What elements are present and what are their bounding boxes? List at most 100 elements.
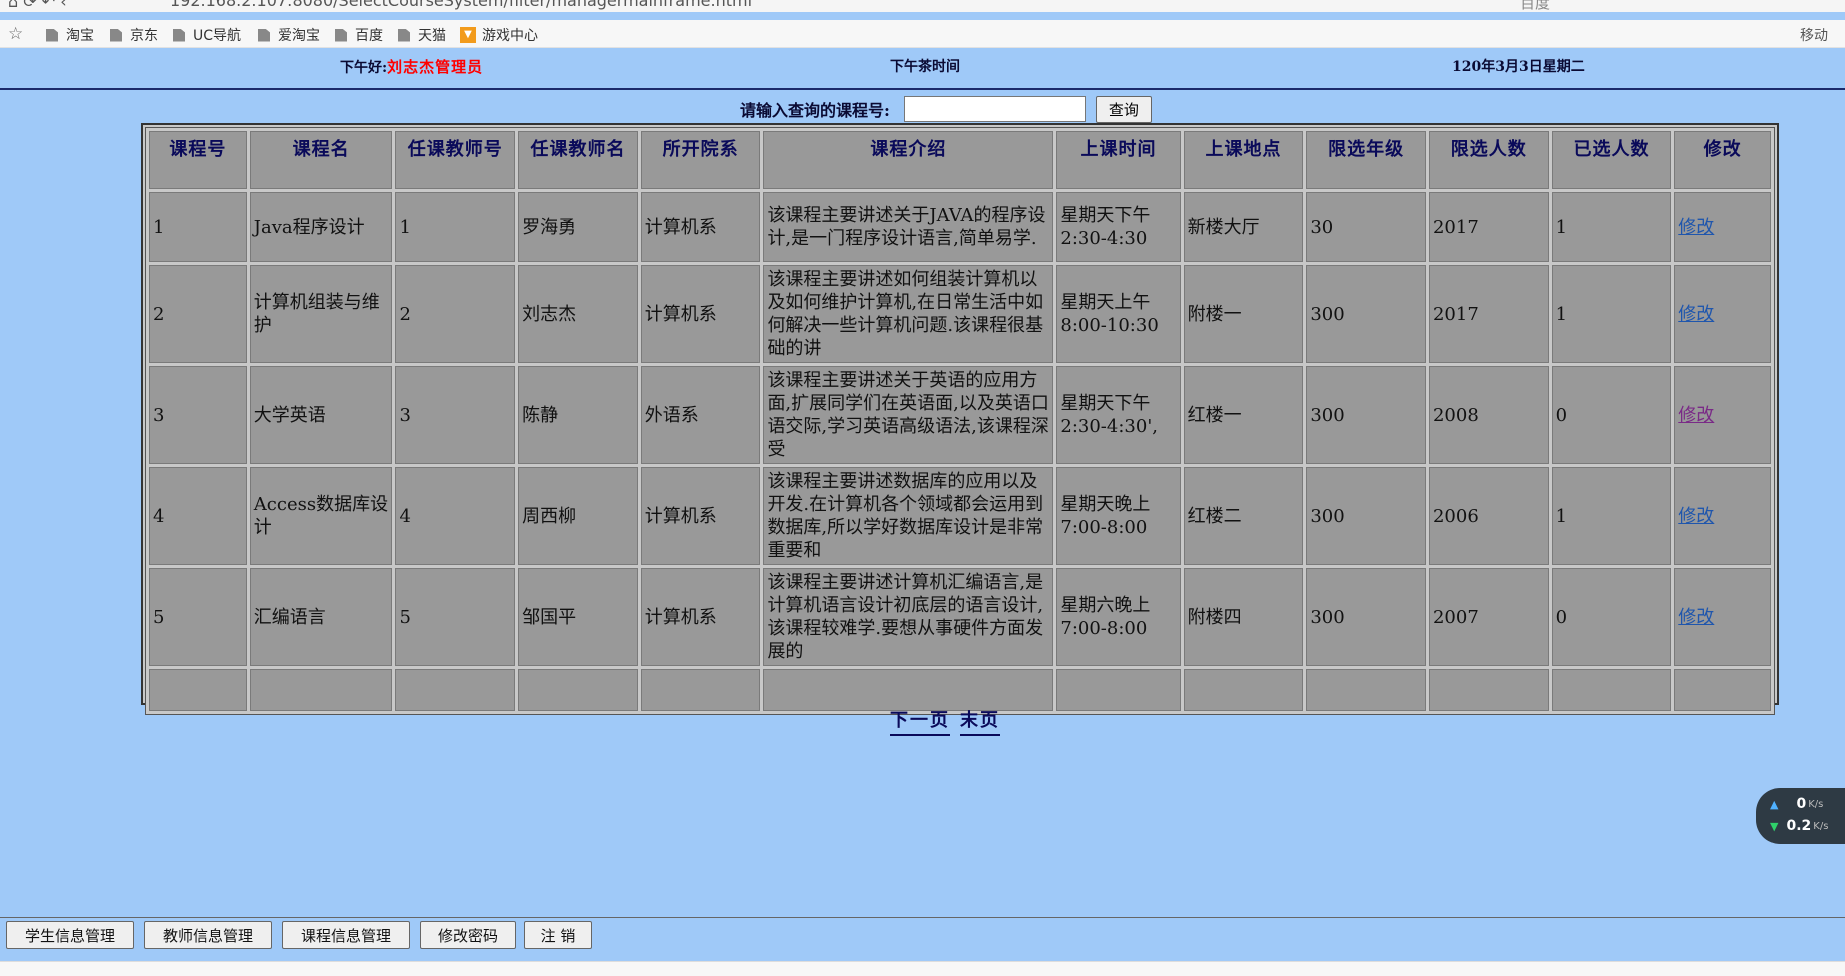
cell-course-id: 1 bbox=[149, 192, 247, 262]
cell-location: 附楼一 bbox=[1183, 265, 1304, 363]
empty-cell bbox=[518, 669, 638, 711]
edit-link[interactable]: 修改 bbox=[1678, 506, 1714, 527]
greeting: 下午好:刘志杰管理员 bbox=[340, 56, 483, 77]
browser-toolbar: ⌂ ⟳ ↶ ‹ 192.168.2.107:8080/SelectCourseS… bbox=[0, 0, 1845, 12]
col-department: 所开院系 bbox=[640, 131, 761, 189]
bookmark-aitaobao[interactable]: 爱淘宝 bbox=[258, 25, 320, 45]
table-row: 3 大学英语 3 陈静 外语系 该课程主要讲述关于英语的应用方面,扩展同学们在英… bbox=[149, 366, 1771, 464]
search-label: 请输入查询的课程号: bbox=[740, 101, 890, 120]
bookmark-label: 百度 bbox=[355, 28, 383, 44]
edit-link[interactable]: 修改 bbox=[1678, 217, 1714, 238]
greeting-prefix: 下午好: bbox=[340, 60, 388, 76]
bookmark-tmall[interactable]: 天猫 bbox=[398, 25, 446, 45]
empty-cell bbox=[1306, 669, 1426, 711]
table-row-empty bbox=[149, 669, 1771, 711]
upload-speed: ▲ 0 K/s bbox=[1770, 796, 1823, 812]
cell-location: 红楼一 bbox=[1183, 366, 1304, 464]
footer-nav: 学生信息管理 教师信息管理 课程信息管理 修改密码 注 销 bbox=[0, 917, 1845, 961]
last-page-link[interactable]: 末页 bbox=[960, 706, 1000, 736]
col-teacher-name: 任课教师名 bbox=[518, 131, 638, 189]
cell-teacher-id: 2 bbox=[395, 265, 516, 363]
cell-teacher-name: 陈静 bbox=[518, 366, 638, 464]
bookmark-jd[interactable]: 京东 bbox=[110, 25, 158, 45]
cell-department: 外语系 bbox=[640, 366, 761, 464]
cell-edit: 修改 bbox=[1674, 192, 1771, 262]
cell-department: 计算机系 bbox=[640, 568, 761, 666]
student-management-button[interactable]: 学生信息管理 bbox=[6, 921, 134, 949]
course-management-button[interactable]: 课程信息管理 bbox=[282, 921, 410, 949]
course-number-input[interactable] bbox=[903, 96, 1086, 122]
table-row: 4 Access数据库设计 4 周西柳 计算机系 该课程主要讲述数据库的应用以及… bbox=[149, 467, 1771, 565]
cell-course-name: 大学英语 bbox=[249, 366, 393, 464]
cell-teacher-id: 1 bbox=[395, 192, 516, 262]
game-icon: ▼ bbox=[460, 27, 476, 43]
empty-cell bbox=[763, 669, 1054, 711]
empty-cell bbox=[1551, 669, 1672, 711]
table-row: 1 Java程序设计 1 罗海勇 计算机系 该课程主要讲述关于JAVA的程序设计… bbox=[149, 192, 1771, 262]
bookmark-label: 淘宝 bbox=[66, 28, 94, 44]
address-bar[interactable]: 192.168.2.107:8080/SelectCourseSystem/fi… bbox=[170, 0, 752, 10]
bookmark-label: 京东 bbox=[130, 28, 158, 44]
cell-course-name: Java程序设计 bbox=[249, 192, 393, 262]
course-table: 课程号 课程名 任课教师号 任课教师名 所开院系 课程介绍 上课时间 上课地点 … bbox=[145, 127, 1775, 715]
cell-course-name: 计算机组装与维护 bbox=[249, 265, 393, 363]
cell-teacher-name: 刘志杰 bbox=[518, 265, 638, 363]
cell-teacher-id: 4 bbox=[395, 467, 516, 565]
browser-nav-icons[interactable]: ⌂ ⟳ ↶ ‹ bbox=[8, 0, 67, 11]
cell-grade-limit: 300 bbox=[1306, 568, 1426, 666]
pagination: 下一页 末页 bbox=[890, 706, 1010, 736]
cell-grade-limit: 300 bbox=[1306, 366, 1426, 464]
current-date: 120年3月3日星期二 bbox=[1452, 59, 1585, 75]
download-unit: K/s bbox=[1813, 820, 1829, 832]
cell-class-time: 星期六晚上7:00-8:00 bbox=[1056, 568, 1181, 666]
bookmark-uc[interactable]: UC导航 bbox=[173, 25, 241, 45]
cell-enrolled: 1 bbox=[1551, 265, 1672, 363]
mobile-bookmark[interactable]: 移动 bbox=[1800, 25, 1828, 45]
logout-button[interactable]: 注 销 bbox=[524, 921, 592, 949]
table-header-row: 课程号 课程名 任课教师号 任课教师名 所开院系 课程介绍 上课时间 上课地点 … bbox=[149, 131, 1771, 189]
cell-edit: 修改 bbox=[1674, 265, 1771, 363]
empty-cell bbox=[149, 669, 247, 711]
cell-description: 该课程主要讲述关于英语的应用方面,扩展同学们在英语面,以及英语口语交际,学习英语… bbox=[763, 366, 1054, 464]
cell-description: 该课程主要讲述如何组装计算机以及如何维护计算机,在日常生活中如何解决一些计算机问… bbox=[763, 265, 1054, 363]
search-engine-label[interactable]: 百度 bbox=[1520, 0, 1550, 12]
next-page-link[interactable]: 下一页 bbox=[890, 706, 950, 736]
cell-department: 计算机系 bbox=[640, 192, 761, 262]
network-speed-widget[interactable]: ▲ 0 K/s ▼ 0.2 K/s bbox=[1756, 788, 1845, 844]
cell-edit: 修改 bbox=[1674, 568, 1771, 666]
cell-department: 计算机系 bbox=[640, 265, 761, 363]
cell-enrolled: 1 bbox=[1551, 192, 1672, 262]
browser-status-bar bbox=[0, 961, 1845, 976]
folder-icon bbox=[110, 28, 122, 42]
star-icon[interactable]: ☆ bbox=[8, 24, 23, 44]
cell-enrolled: 0 bbox=[1551, 568, 1672, 666]
folder-icon bbox=[335, 28, 347, 42]
teacher-management-button[interactable]: 教师信息管理 bbox=[144, 921, 272, 949]
change-password-button[interactable]: 修改密码 bbox=[420, 921, 516, 949]
col-enrolled: 已选人数 bbox=[1551, 131, 1672, 189]
download-arrow-icon: ▼ bbox=[1770, 819, 1779, 833]
folder-icon bbox=[46, 28, 58, 42]
cell-description: 该课程主要讲述关于JAVA的程序设计,是一门程序设计语言,简单易学. bbox=[763, 192, 1054, 262]
empty-cell bbox=[1056, 669, 1181, 711]
col-class-time: 上课时间 bbox=[1056, 131, 1181, 189]
bookmark-taobao[interactable]: 淘宝 bbox=[46, 25, 94, 45]
download-value: 0.2 bbox=[1786, 818, 1812, 834]
cell-grade-limit: 300 bbox=[1306, 467, 1426, 565]
upload-arrow-icon: ▲ bbox=[1770, 797, 1779, 811]
cell-course-id: 2 bbox=[149, 265, 247, 363]
bookmark-label: 天猫 bbox=[418, 28, 446, 44]
col-description: 课程介绍 bbox=[763, 131, 1054, 189]
cell-class-time: 星期天下午2:30-4:30 bbox=[1056, 192, 1181, 262]
cell-location: 新楼大厅 bbox=[1183, 192, 1304, 262]
upload-value: 0 bbox=[1796, 796, 1807, 812]
edit-link[interactable]: 修改 bbox=[1678, 304, 1714, 325]
query-button[interactable]: 查询 bbox=[1095, 95, 1152, 123]
bookmark-baidu[interactable]: 百度 bbox=[335, 25, 383, 45]
cell-course-name: Access数据库设计 bbox=[249, 467, 393, 565]
bookmark-games[interactable]: ▼ 游戏中心 bbox=[460, 25, 538, 45]
edit-link[interactable]: 修改 bbox=[1678, 607, 1714, 628]
bookmark-label: 游戏中心 bbox=[482, 28, 538, 44]
empty-cell bbox=[249, 669, 393, 711]
edit-link[interactable]: 修改 bbox=[1678, 405, 1714, 426]
